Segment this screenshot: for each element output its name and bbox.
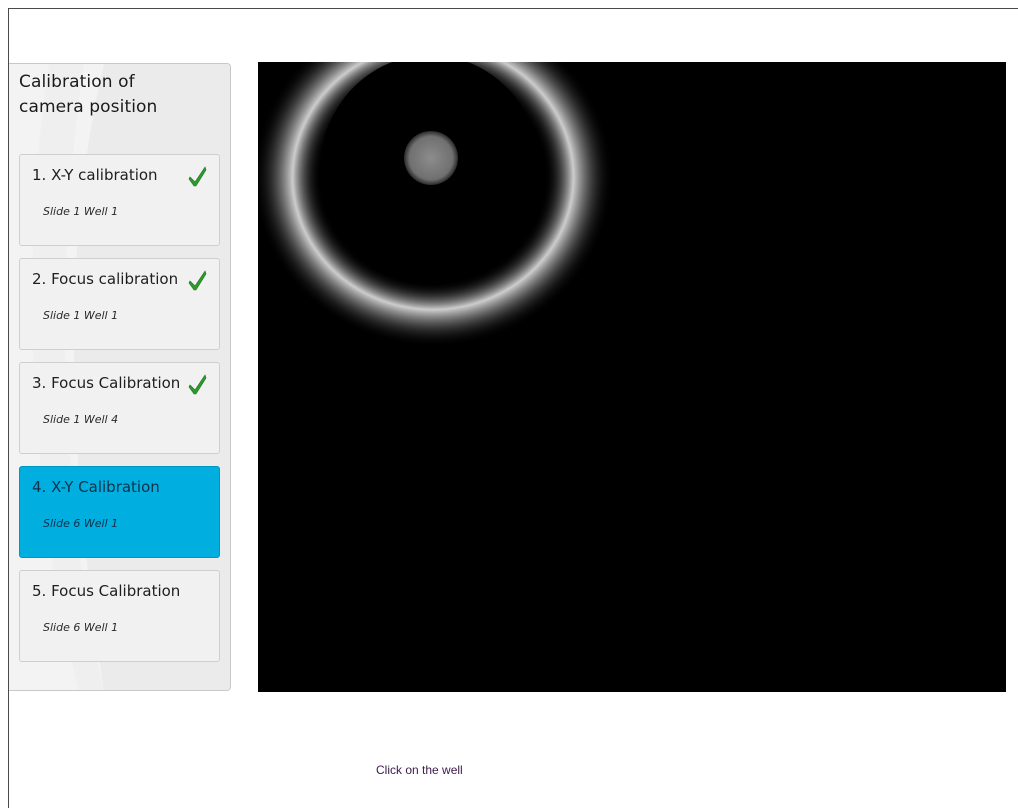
- checkmark-icon: [188, 374, 207, 395]
- well-center-spot: [404, 131, 458, 185]
- step-location: Slide 6 Well 1: [43, 517, 119, 530]
- step-location: Slide 1 Well 1: [43, 309, 119, 322]
- step-2-focus-calibration[interactable]: 2. Focus calibration Slide 1 Well 1: [19, 258, 220, 350]
- checkmark-icon: [188, 270, 207, 291]
- sidebar-title-line2: camera position: [19, 97, 158, 117]
- step-5-focus-calibration[interactable]: 5. Focus Calibration Slide 6 Well 1: [19, 570, 220, 662]
- step-title: 2. Focus calibration: [32, 270, 179, 288]
- checkmark-icon: [188, 166, 207, 187]
- status-message: Click on the well: [376, 763, 463, 777]
- step-title: 3. Focus Calibration: [32, 374, 181, 392]
- step-title: 1. X-Y calibration: [32, 166, 158, 184]
- sidebar-title-line1: Calibration of: [19, 72, 135, 92]
- step-location: Slide 1 Well 4: [43, 413, 119, 426]
- step-1-xy-calibration[interactable]: 1. X-Y calibration Slide 1 Well 1: [19, 154, 220, 246]
- step-title: 4. X-Y Calibration: [32, 478, 160, 496]
- calibration-sidebar: Calibration of camera position 1. X-Y ca…: [9, 63, 231, 691]
- step-location: Slide 1 Well 1: [43, 205, 119, 218]
- camera-view[interactable]: [258, 62, 1006, 692]
- window-border-top: [8, 8, 1018, 9]
- sidebar-title: Calibration of camera position: [19, 70, 219, 120]
- step-4-xy-calibration[interactable]: 4. X-Y Calibration Slide 6 Well 1: [19, 466, 220, 558]
- step-3-focus-calibration[interactable]: 3. Focus Calibration Slide 1 Well 4: [19, 362, 220, 454]
- step-title: 5. Focus Calibration: [32, 582, 181, 600]
- camera-image[interactable]: [258, 62, 1006, 692]
- step-location: Slide 6 Well 1: [43, 621, 119, 634]
